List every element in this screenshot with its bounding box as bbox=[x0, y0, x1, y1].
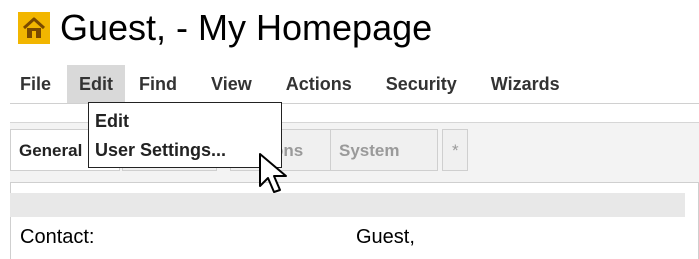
tab-system[interactable]: System bbox=[330, 129, 438, 171]
page-title: Guest, - My Homepage bbox=[60, 7, 433, 48]
edit-dropdown-menu: Edit User Settings... bbox=[88, 102, 282, 168]
dropdown-item-edit[interactable]: Edit bbox=[95, 107, 129, 135]
menu-bar: File Edit Find View Actions Security Wiz… bbox=[10, 62, 699, 106]
menu-view[interactable]: View bbox=[201, 65, 262, 103]
app-window: Guest, - My Homepage File Edit Find View… bbox=[0, 0, 699, 259]
home-icon bbox=[18, 12, 50, 44]
content-header-bar bbox=[10, 193, 685, 217]
contact-value: Guest, bbox=[356, 226, 415, 248]
menu-file[interactable]: File bbox=[10, 65, 61, 103]
menu-find[interactable]: Find bbox=[129, 65, 187, 103]
mouse-cursor-icon bbox=[259, 153, 287, 193]
page-header: Guest, - My Homepage bbox=[18, 4, 432, 52]
dropdown-item-user-settings[interactable]: User Settings... bbox=[95, 136, 226, 164]
menu-actions[interactable]: Actions bbox=[276, 65, 362, 103]
menu-security[interactable]: Security bbox=[376, 65, 467, 103]
contact-label: Contact: bbox=[20, 226, 95, 248]
menu-edit[interactable]: Edit bbox=[67, 65, 126, 103]
tab-star[interactable]: * bbox=[442, 129, 468, 171]
menu-wizards[interactable]: Wizards bbox=[481, 65, 570, 103]
